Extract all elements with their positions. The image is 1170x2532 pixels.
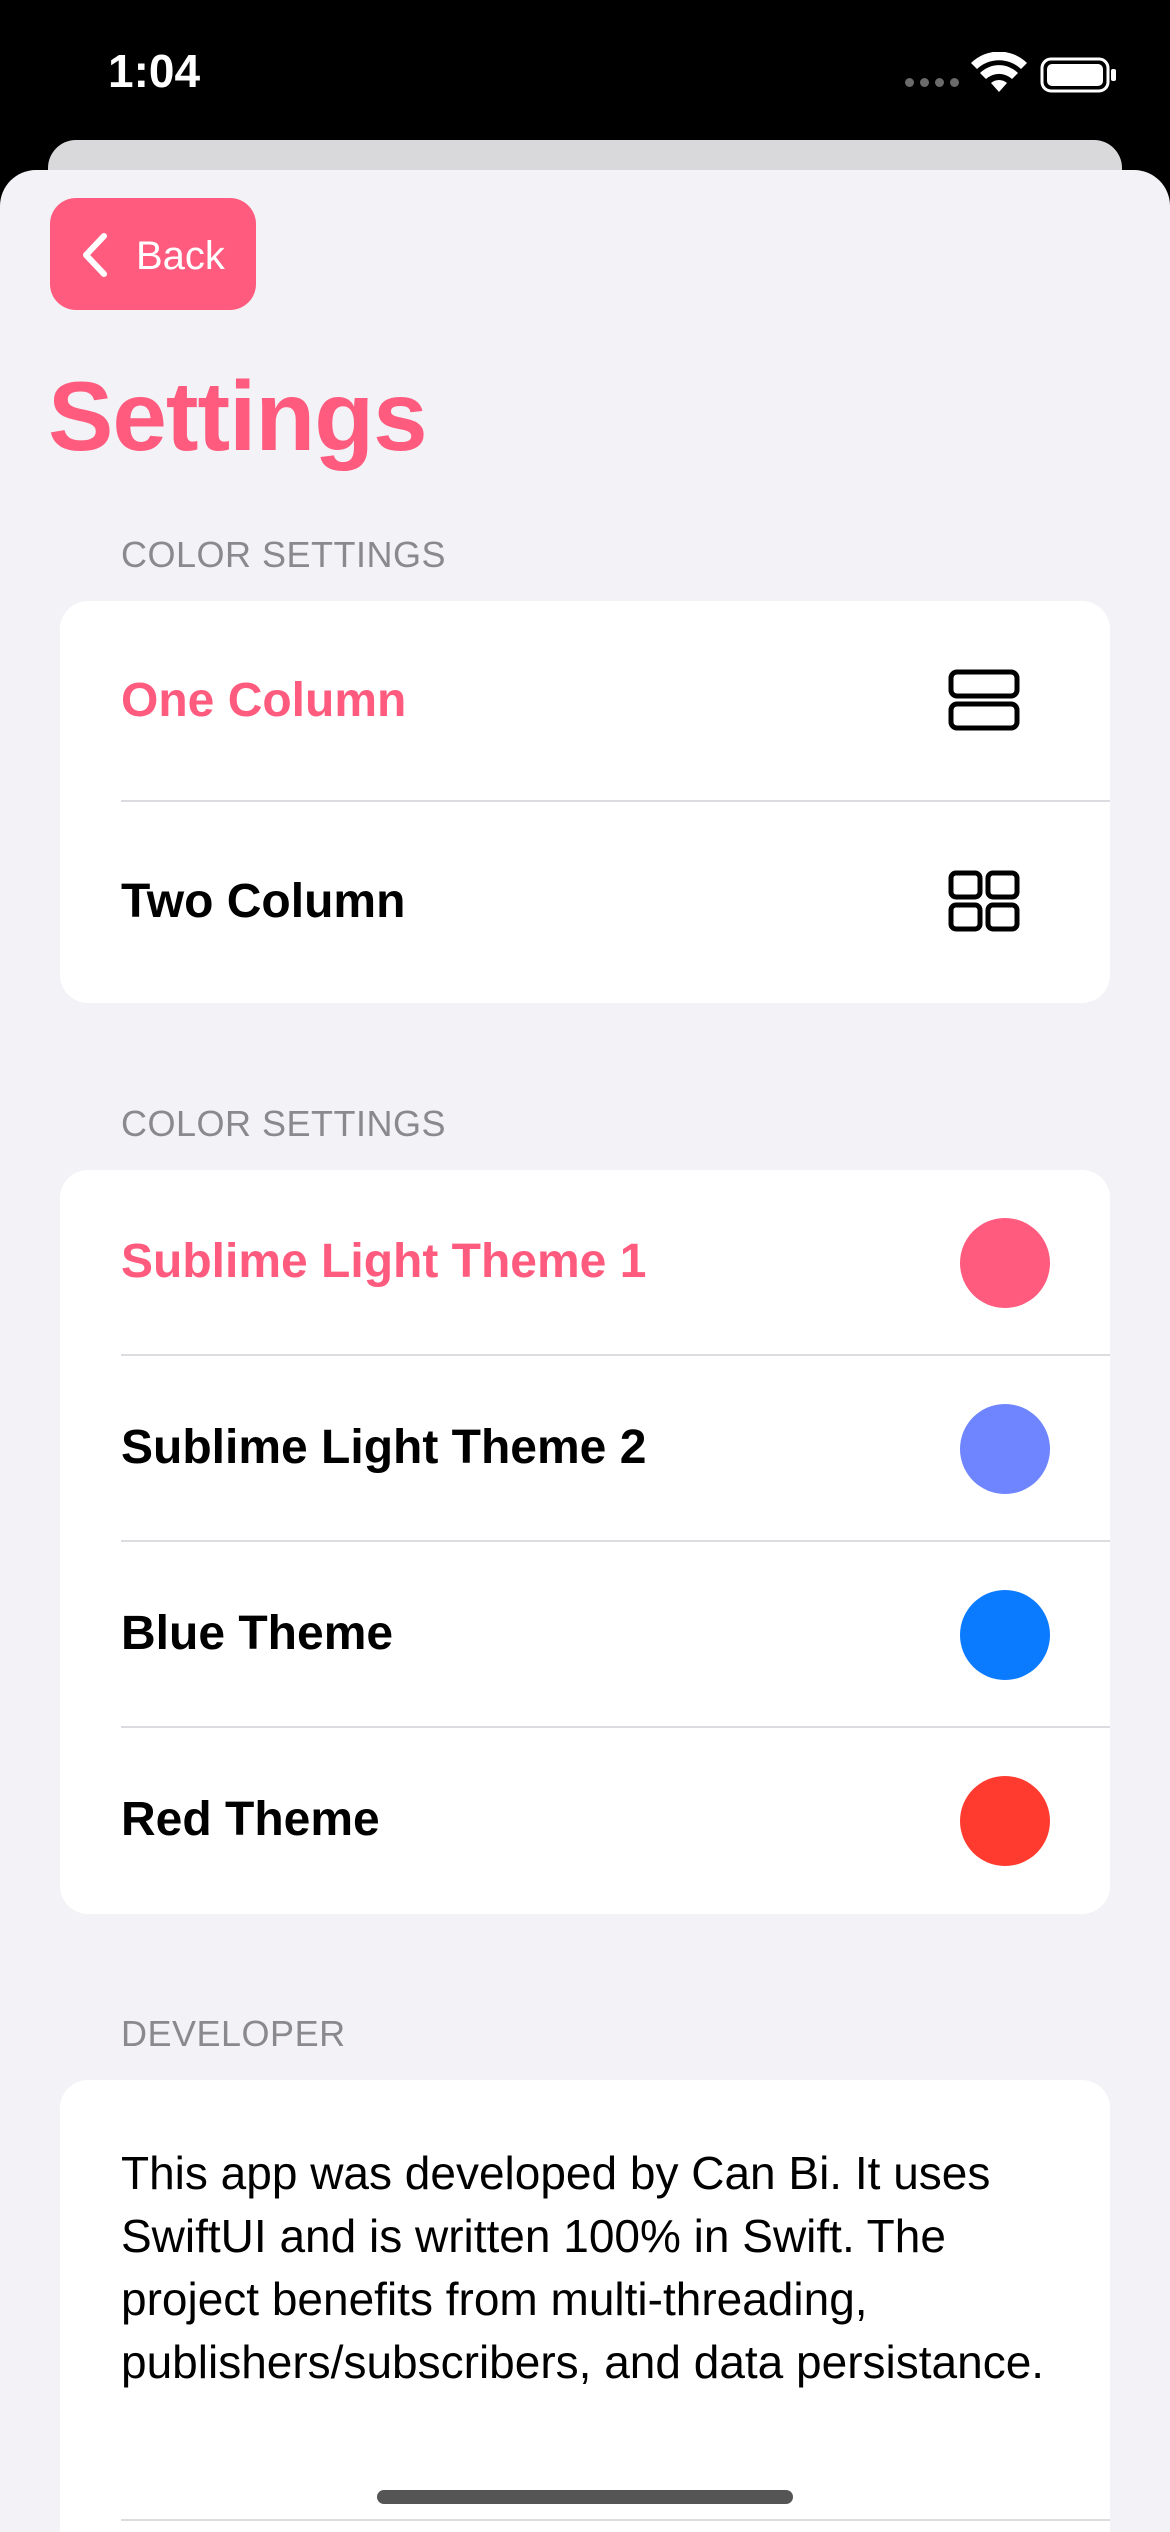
theme-row-blue[interactable]: Blue Theme <box>60 1542 1110 1728</box>
page-title: Settings <box>48 361 428 471</box>
theme-row-sublime-2[interactable]: Sublime Light Theme 2 <box>60 1356 1110 1542</box>
chevron-left-icon <box>83 233 107 277</box>
two-column-label: Two Column <box>121 875 406 928</box>
battery-icon <box>1040 57 1116 93</box>
two-column-grid-icon <box>948 870 1020 932</box>
theme-row-red[interactable]: Red Theme <box>60 1728 1110 1914</box>
theme-label: Red Theme <box>121 1793 380 1846</box>
cellular-signal-icon <box>905 78 959 87</box>
theme-color-swatch <box>960 1776 1050 1866</box>
wifi-icon <box>971 52 1027 92</box>
theme-label: Sublime Light Theme 1 <box>121 1235 647 1288</box>
theme-color-swatch <box>960 1590 1050 1680</box>
theme-color-swatch <box>960 1218 1050 1308</box>
layout-options-group: One Column Two Column <box>60 601 1110 1003</box>
theme-label: Blue Theme <box>121 1607 394 1660</box>
status-time: 1:04 <box>108 45 201 97</box>
settings-sheet: Back Settings COLOR SETTINGS One Column … <box>0 170 1170 2532</box>
theme-color-swatch <box>960 1404 1050 1494</box>
theme-label: Sublime Light Theme 2 <box>121 1421 647 1474</box>
home-indicator[interactable] <box>377 2490 793 2504</box>
section-header-themes: COLOR SETTINGS <box>121 1103 447 1144</box>
one-column-layout-icon <box>948 669 1020 731</box>
one-column-row[interactable]: One Column <box>60 601 1110 802</box>
one-column-label: One Column <box>121 674 407 727</box>
status-bar: 1:04 <box>0 0 1170 150</box>
developer-description: This app was developed by Can Bi. It use… <box>121 2147 1045 2388</box>
section-header-developer: DEVELOPER <box>121 2013 346 2054</box>
theme-row-sublime-1[interactable]: Sublime Light Theme 1 <box>60 1170 1110 1356</box>
back-label: Back <box>136 234 225 278</box>
theme-options-group: Sublime Light Theme 1 Sublime Light Them… <box>60 1170 1110 1914</box>
row-divider <box>121 2519 1110 2521</box>
section-header-layout: COLOR SETTINGS <box>121 534 447 575</box>
back-button[interactable]: Back <box>50 198 256 310</box>
two-column-row[interactable]: Two Column <box>60 802 1110 1003</box>
developer-info-card: This app was developed by Can Bi. It use… <box>60 2080 1110 2532</box>
